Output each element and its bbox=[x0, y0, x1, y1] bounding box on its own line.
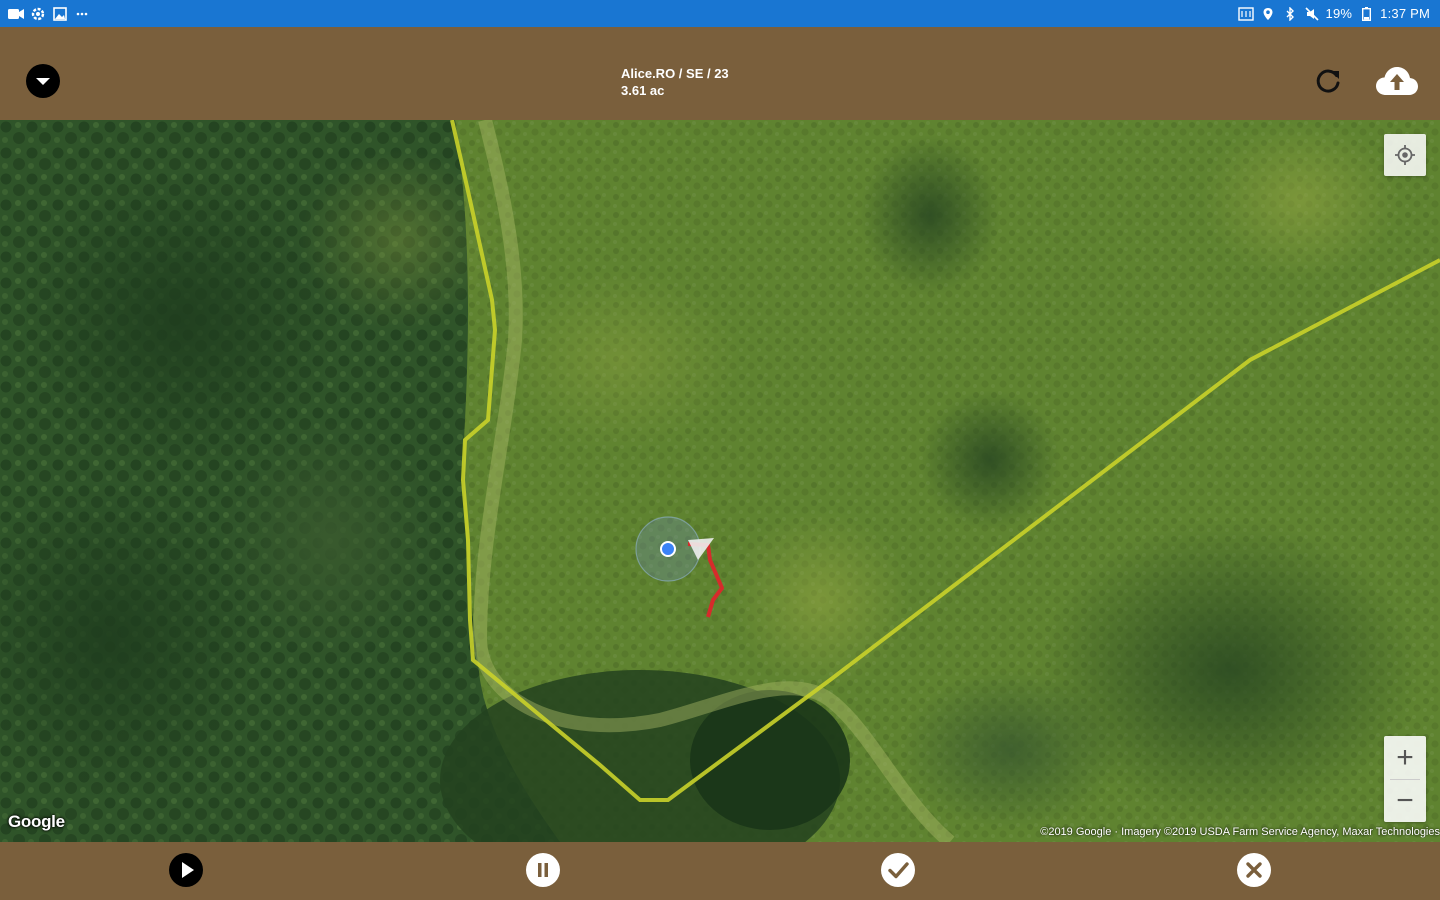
header-bar: Alice.RO / SE / 23 3.61 ac bbox=[0, 27, 1440, 120]
upload-button[interactable] bbox=[1374, 61, 1420, 101]
zoom-controls: + − bbox=[1384, 736, 1426, 822]
my-location-icon bbox=[1395, 145, 1415, 165]
cloud-upload-icon bbox=[1376, 67, 1418, 95]
pause-icon bbox=[526, 853, 560, 887]
satellite-map[interactable]: + − Google ©2019 Google · Imagery ©2019 … bbox=[0, 120, 1440, 842]
field-title-block: Alice.RO / SE / 23 3.61 ac bbox=[621, 65, 729, 99]
google-logo: Google bbox=[8, 812, 65, 831]
finish-button[interactable] bbox=[880, 852, 916, 888]
more-dots-icon bbox=[74, 7, 90, 21]
cancel-button[interactable] bbox=[1236, 852, 1272, 888]
location-icon bbox=[1260, 7, 1276, 21]
zoom-in-button[interactable]: + bbox=[1384, 736, 1426, 779]
play-icon bbox=[169, 853, 203, 887]
bottom-action-bar bbox=[0, 842, 1440, 900]
status-bar: 19% 1:37 PM bbox=[0, 0, 1440, 27]
zoom-divider bbox=[1390, 779, 1420, 780]
status-right: 19% 1:37 PM bbox=[1237, 6, 1430, 21]
play-button[interactable] bbox=[168, 852, 204, 888]
refresh-icon bbox=[1316, 69, 1340, 93]
field-area: 3.61 ac bbox=[621, 83, 665, 98]
chevron-down-circle-icon bbox=[26, 64, 60, 98]
settings-icon bbox=[30, 7, 46, 21]
bluetooth-icon bbox=[1282, 6, 1298, 21]
dropdown-button[interactable] bbox=[25, 63, 61, 99]
map-imagery[interactable] bbox=[0, 120, 1440, 842]
image-icon bbox=[52, 6, 68, 21]
field-title: Alice.RO / SE / 23 bbox=[621, 66, 729, 81]
close-icon bbox=[1237, 853, 1271, 887]
status-time: 1:37 PM bbox=[1380, 6, 1430, 21]
check-icon bbox=[881, 853, 915, 887]
status-left bbox=[8, 6, 90, 21]
mute-icon bbox=[1304, 6, 1320, 21]
battery-percent: 19% bbox=[1325, 6, 1353, 21]
pause-button[interactable] bbox=[525, 852, 561, 888]
zoom-out-button[interactable]: − bbox=[1384, 779, 1426, 822]
current-position-dot bbox=[660, 541, 676, 557]
refresh-button[interactable] bbox=[1310, 63, 1346, 99]
video-icon bbox=[8, 7, 24, 21]
nfc-icon bbox=[1237, 6, 1254, 21]
my-location-button[interactable] bbox=[1384, 134, 1426, 176]
map-attribution[interactable]: ©2019 Google · Imagery ©2019 USDA Farm S… bbox=[1040, 826, 1440, 838]
battery-icon bbox=[1358, 6, 1374, 21]
